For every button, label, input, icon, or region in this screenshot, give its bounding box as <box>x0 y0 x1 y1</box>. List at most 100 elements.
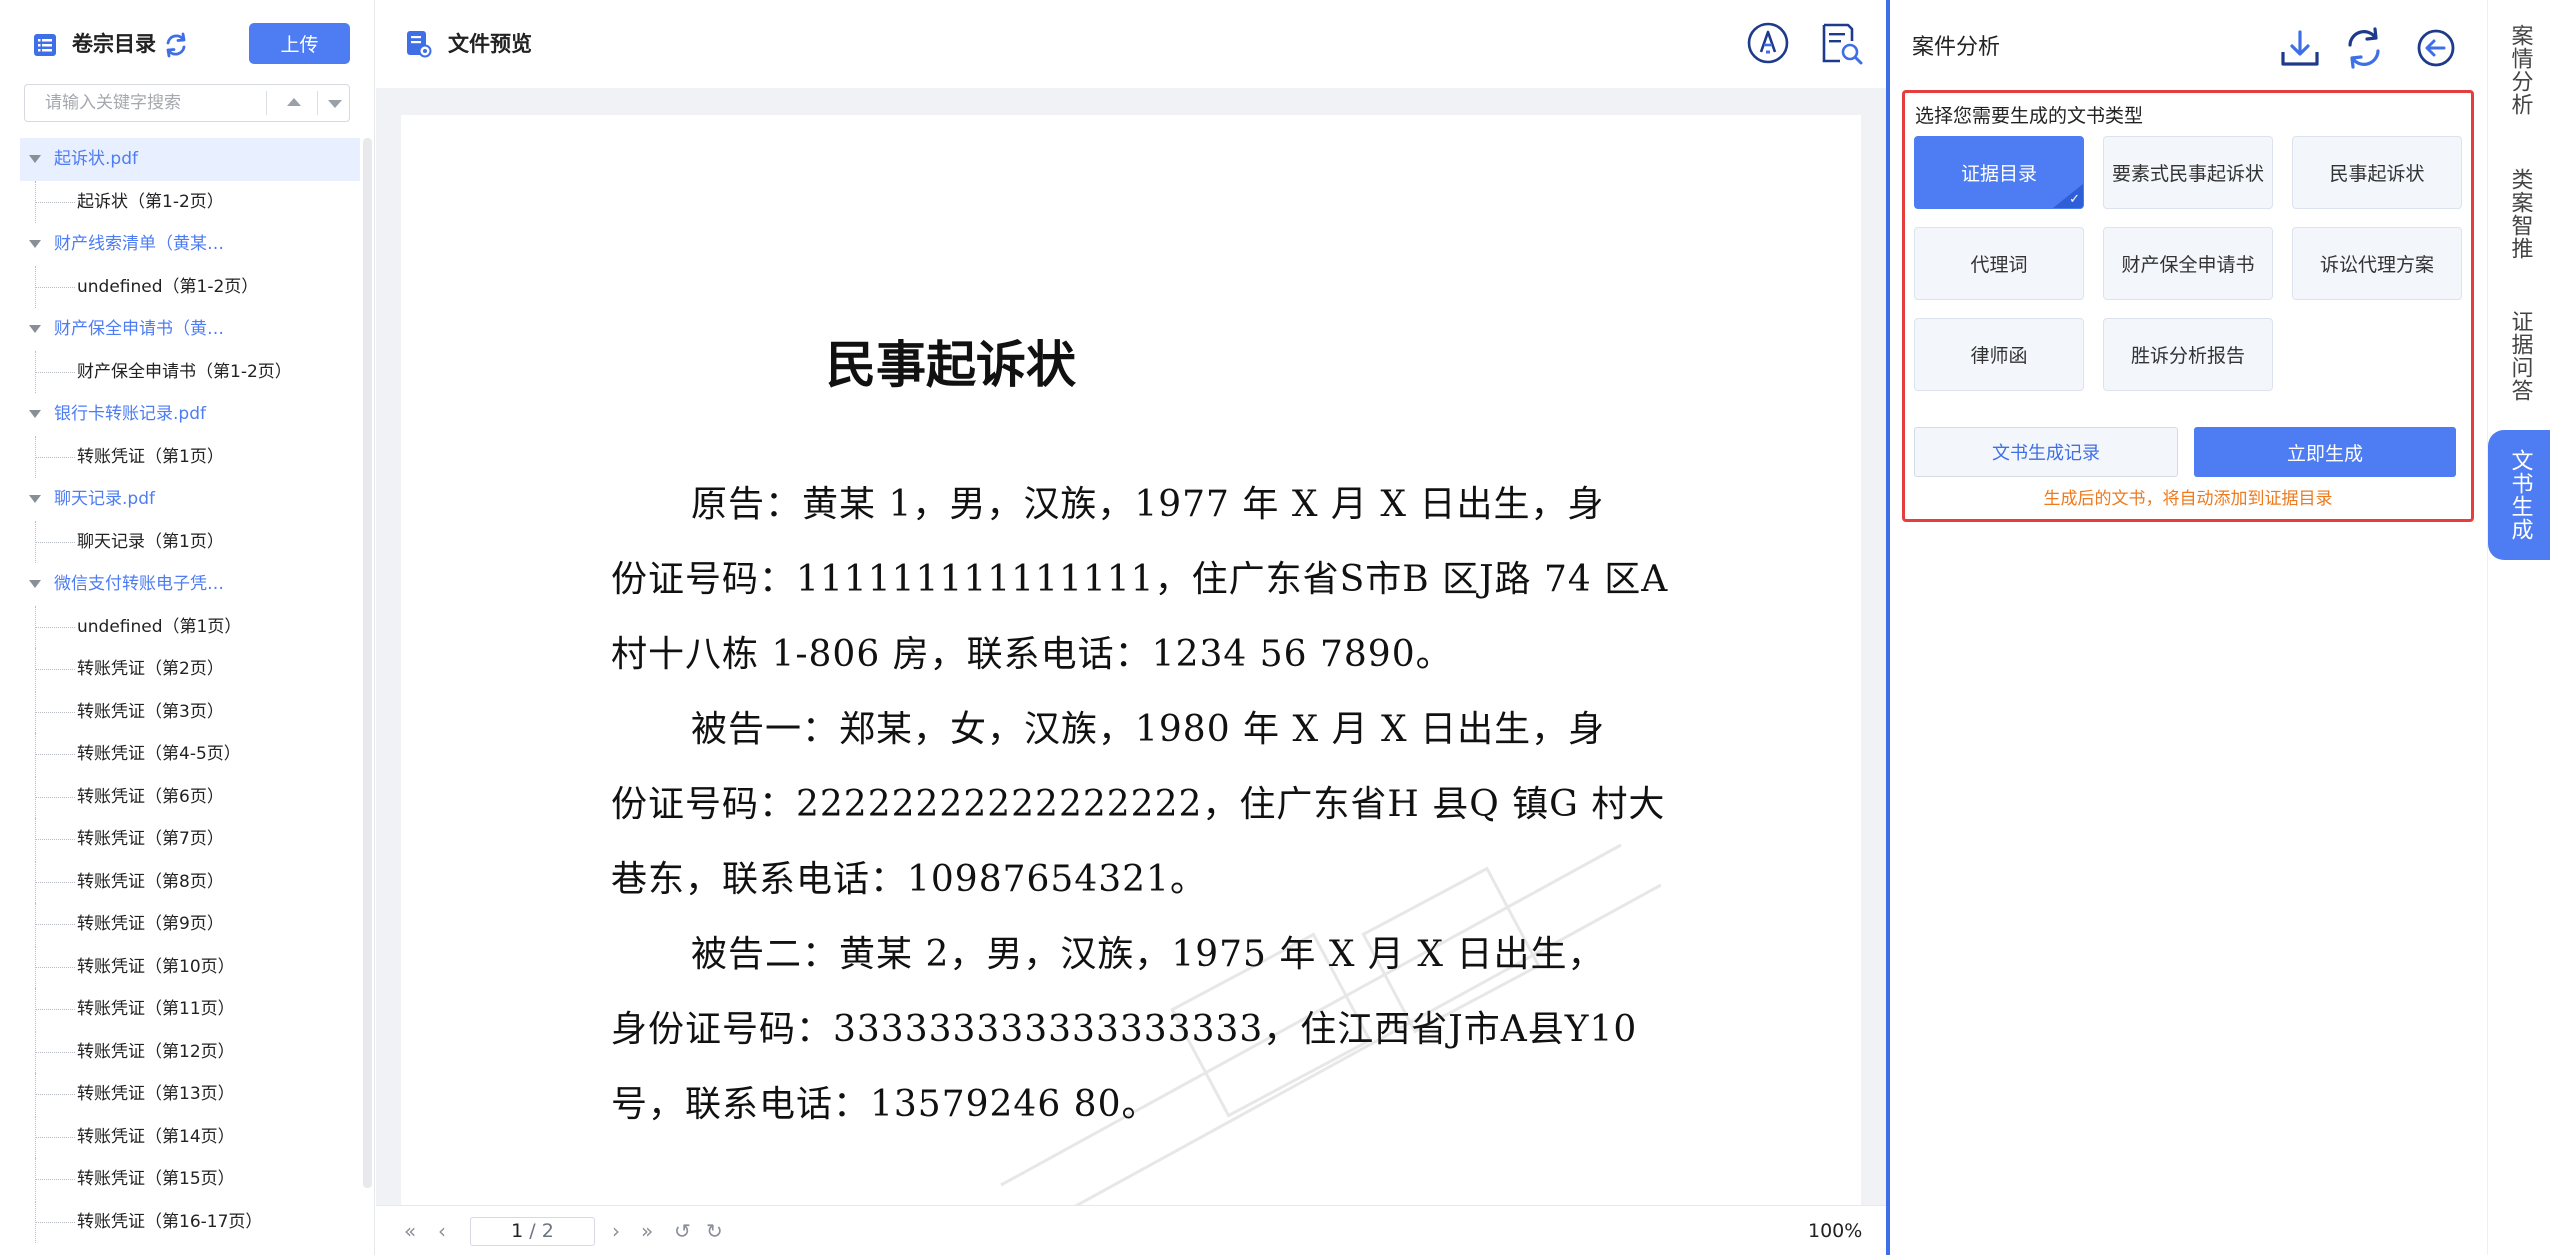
tree-page-item[interactable]: 转账凭证（第13页） <box>20 1073 360 1116</box>
tree-item-label: 起诉状（第1-2页） <box>77 191 224 212</box>
document-type-label: 代理词 <box>1970 254 2028 276</box>
tree-page-item[interactable]: 转账凭证（第9页） <box>20 903 360 946</box>
tree-folder-item[interactable]: 微信支付转账电子凭… <box>20 563 360 606</box>
document-type-label: 证据目录 <box>1960 163 2037 185</box>
check-icon: ✓ <box>2069 192 2080 207</box>
generation-history-button[interactable]: 文书生成记录 <box>1914 427 2178 477</box>
tree-scrollbar[interactable] <box>363 138 372 1188</box>
tree-connector <box>35 541 75 543</box>
document-type-option[interactable]: 胜诉分析报告 <box>2103 318 2273 391</box>
document-search-icon[interactable] <box>1818 21 1864 67</box>
tree-folder-item[interactable]: 起诉状.pdf <box>20 138 360 181</box>
tree-item-label: 转账凭证（第14页） <box>77 1126 235 1147</box>
tree-connector <box>35 1179 75 1180</box>
page-indicator[interactable]: 1 / 2 <box>470 1217 595 1246</box>
tree-connector <box>35 839 75 840</box>
caret-down-icon[interactable] <box>29 495 41 503</box>
current-page: 1 <box>511 1220 524 1242</box>
left-sidebar: 卷宗目录 上传 起诉状.pdf 起诉状（第1-2页） 财产线索清单（黄某… undef… <box>0 0 375 1255</box>
rotate-right-icon[interactable]: ↻ <box>706 1221 723 1241</box>
document-type-option[interactable]: 证据目录 ✓ <box>1914 136 2084 209</box>
document-type-option[interactable]: 律师函 <box>1914 318 2084 391</box>
annotate-icon[interactable] <box>1746 21 1790 65</box>
back-icon[interactable] <box>2416 28 2456 68</box>
tree-page-item[interactable]: 转账凭证（第8页） <box>20 860 360 904</box>
refresh-icon[interactable] <box>162 31 190 59</box>
tree-page-item[interactable]: 转账凭证（第12页） <box>20 1030 360 1074</box>
tree-connector <box>35 371 75 373</box>
tree-connector <box>35 1051 75 1053</box>
tree-page-item[interactable]: 转账凭证（第7页） <box>20 818 360 861</box>
generation-hint: 生成后的文书，将自动添加到证据目录 <box>2043 489 2333 509</box>
tree-page-item[interactable]: 转账凭证（第16-17页） <box>20 1200 360 1244</box>
document-page: 民事起诉状 原告：黄某 1，男，汉族，1977 年 X 月 X 日出生，身 份证号… <box>401 115 1861 1205</box>
tree-page-item[interactable]: undefined（第1页） <box>20 605 360 649</box>
document-type-label: 诉讼代理方案 <box>2319 254 2434 276</box>
tree-item-label: 转账凭证（第2页） <box>77 659 224 679</box>
search-input[interactable] <box>25 85 265 121</box>
tree-page-item[interactable]: 转账凭证（第10页） <box>20 945 360 989</box>
tree-page-item[interactable]: 转账凭证（第11页） <box>20 988 360 1031</box>
last-page-icon[interactable]: » <box>641 1221 653 1241</box>
caret-down-icon[interactable] <box>29 580 41 588</box>
tree-folder-item[interactable]: 财产线索清单（黄某… <box>20 223 360 266</box>
vertical-tab[interactable]: 类案智推 <box>2488 150 2550 278</box>
panel-title: 案件分析 <box>1912 35 2001 60</box>
tree-page-item[interactable]: 转账凭证（第1页） <box>20 435 360 479</box>
tree-page-item[interactable]: 财产保全申请书（第1-2页） <box>20 350 360 394</box>
refresh-icon[interactable] <box>2342 26 2386 70</box>
tree-connector <box>35 669 75 670</box>
search-prev-icon[interactable] <box>287 98 301 106</box>
tree-page-item[interactable]: 转账凭证（第3页） <box>20 690 360 734</box>
search-divider <box>266 91 267 115</box>
tree-folder-item[interactable]: 财产保全申请书（黄… <box>20 308 360 351</box>
rotate-left-icon[interactable]: ↺ <box>674 1221 691 1241</box>
tree-item-label: 转账凭证（第16-17页） <box>77 1211 263 1232</box>
caret-down-icon[interactable] <box>29 325 41 333</box>
tree-item-label: 银行卡转账记录.pdf <box>54 404 206 424</box>
tree-page-item[interactable]: 转账凭证（第15页） <box>20 1158 360 1201</box>
generate-now-button[interactable]: 立即生成 <box>2194 427 2456 477</box>
download-icon[interactable] <box>2278 26 2322 70</box>
vertical-tab[interactable]: 案情分析 <box>2488 6 2550 134</box>
vertical-tab[interactable]: 证据问答 <box>2488 292 2550 420</box>
preview-area: 文件预览 民事起诉状 原告：黄某 1，男，汉族，1977 年 X 月 X 日出生… <box>376 0 1886 1255</box>
tree-page-item[interactable]: 转账凭证（第14页） <box>20 1115 360 1159</box>
document-type-option[interactable]: 财产保全申请书 <box>2103 227 2273 300</box>
tree-page-item[interactable]: 转账凭证（第4-5页） <box>20 733 360 776</box>
stamp-watermark <box>1000 843 1661 1205</box>
document-type-option[interactable]: 诉讼代理方案 <box>2292 227 2462 300</box>
tree-folder-item[interactable]: 银行卡转账记录.pdf <box>20 393 360 436</box>
tree-page-item[interactable]: 转账凭证（第2页） <box>20 648 360 691</box>
tree-item-label: 转账凭证（第7页） <box>77 829 224 849</box>
document-type-option[interactable]: 代理词 <box>1914 227 2084 300</box>
tree-connector <box>35 1094 75 1095</box>
document-type-option[interactable]: 民事起诉状 <box>2292 136 2462 209</box>
caret-down-icon[interactable] <box>29 155 41 163</box>
zoom-level[interactable]: 100% <box>1808 1218 1862 1244</box>
search-next-icon[interactable] <box>328 100 342 108</box>
caret-down-icon[interactable] <box>29 240 41 248</box>
tree-page-item[interactable]: 起诉状（第1-2页） <box>20 180 360 224</box>
upload-button[interactable]: 上传 <box>249 23 350 64</box>
tree-connector <box>35 711 75 713</box>
tree-page-item[interactable]: 转账凭证（第6页） <box>20 775 360 819</box>
sidebar-header: 卷宗目录 上传 <box>0 0 375 88</box>
tree-folder-item[interactable]: 聊天记录.pdf <box>20 478 360 521</box>
tree-item-label: 转账凭证（第13页） <box>77 1084 235 1104</box>
tree-connector <box>35 201 75 203</box>
next-page-icon[interactable]: › <box>612 1221 620 1241</box>
document-type-option[interactable]: 要素式民事起诉状 <box>2103 136 2273 209</box>
vertical-tab[interactable]: 文书生成 <box>2488 430 2550 560</box>
tree-item-label: 转账凭证（第4-5页） <box>77 744 241 764</box>
tree-page-item[interactable]: undefined（第1-2页） <box>20 265 360 309</box>
tree-page-item[interactable]: 聊天记录（第1页） <box>20 520 360 564</box>
caret-down-icon[interactable] <box>29 410 41 418</box>
tree-item-label: 聊天记录.pdf <box>54 489 155 509</box>
tree-connector <box>35 924 75 925</box>
prev-page-icon[interactable]: ‹ <box>438 1221 446 1241</box>
document-title: 民事起诉状 <box>826 335 1076 394</box>
document-preview-icon <box>407 31 432 58</box>
first-page-icon[interactable]: « <box>404 1221 416 1241</box>
document-line: 份证号码：111111111111111，住广东省S市B 区J路 74 区A <box>611 559 1669 600</box>
